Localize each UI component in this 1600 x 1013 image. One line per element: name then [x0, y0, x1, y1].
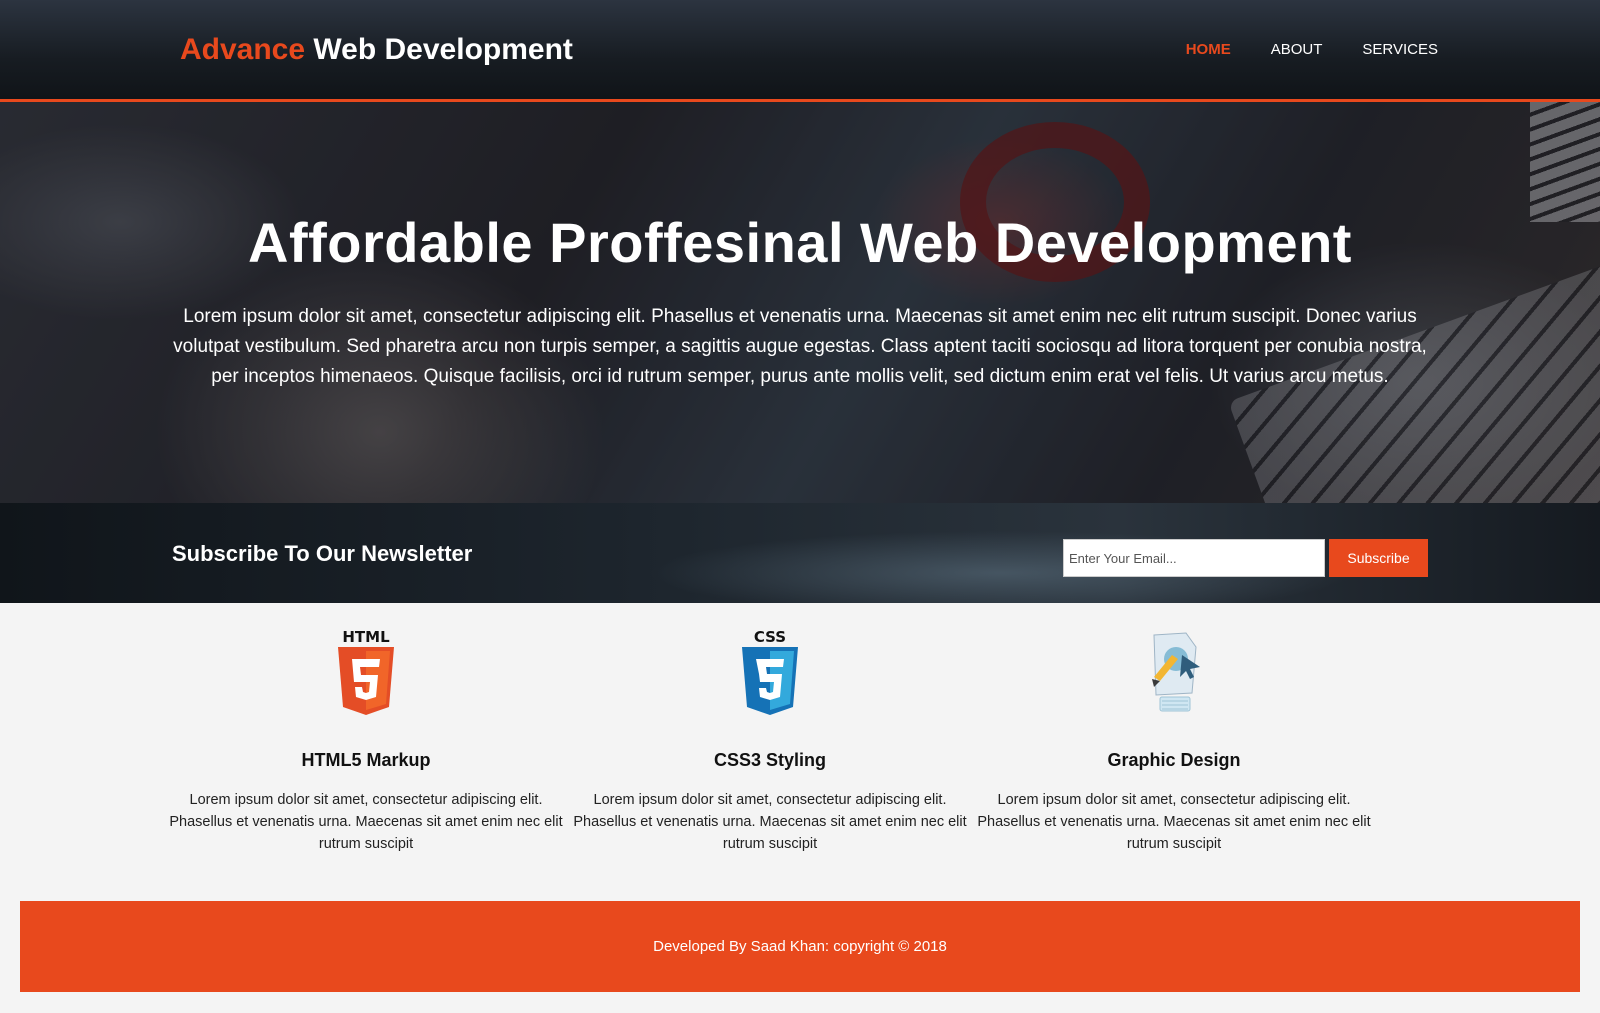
feature-text-graphic-design: Lorem ipsum dolor sit amet, consectetur …	[977, 792, 1371, 852]
html5-icon: HTML	[316, 625, 416, 725]
subscribe-button[interactable]: Subscribe	[1329, 539, 1428, 577]
feature-title-css3: CSS3 Styling	[713, 750, 827, 770]
hero-showcase: Affordable Proffesinal Web Development L…	[0, 102, 1600, 503]
feature-box-css3: CSS CSS3 Styling Lorem ipsum dolor sit a…	[568, 603, 972, 863]
site-header: Advance Web Development HOME ABOUT SERVI…	[0, 0, 1600, 102]
nav-about[interactable]: ABOUT	[1271, 41, 1323, 58]
css3-icon-label: CSS	[754, 628, 786, 646]
nav-home[interactable]: HOME	[1186, 41, 1231, 58]
feature-text-html5: Lorem ipsum dolor sit amet, consectetur …	[169, 792, 563, 852]
main-nav: HOME ABOUT SERVICES	[1186, 41, 1438, 58]
site-logo[interactable]: Advance Web Development	[180, 33, 573, 67]
css3-icon: CSS	[720, 625, 820, 725]
logo-text: Web Development	[305, 33, 573, 66]
hero-title: Affordable Proffesinal Web Development	[248, 211, 1352, 274]
html5-icon-label: HTML	[342, 628, 390, 646]
newsletter-title: Subscribe To Our Newsletter	[172, 541, 473, 566]
email-input[interactable]	[1063, 539, 1325, 577]
feature-title-html5: HTML5 Markup	[301, 750, 431, 770]
feature-text-css3: Lorem ipsum dolor sit amet, consectetur …	[573, 792, 967, 852]
logo-accent: Advance	[180, 33, 306, 66]
nav-services[interactable]: SERVICES	[1362, 41, 1438, 58]
hero-text: Lorem ipsum dolor sit amet, consectetur …	[173, 306, 1427, 387]
feature-boxes: HTML HTML5 Markup Lorem ipsum dolor sit …	[164, 603, 1376, 863]
feature-box-html5: HTML HTML5 Markup Lorem ipsum dolor sit …	[164, 603, 568, 863]
feature-title-graphic-design: Graphic Design	[1107, 750, 1241, 770]
newsletter-section: Subscribe To Our Newsletter Subscribe	[0, 503, 1600, 603]
footer-text: Developed By Saad Khan: copyright © 2018	[653, 938, 947, 955]
site-footer: Developed By Saad Khan: copyright © 2018	[20, 901, 1580, 992]
graphic-design-icon	[1124, 625, 1224, 725]
feature-box-graphic-design: Graphic Design Lorem ipsum dolor sit ame…	[972, 603, 1376, 863]
